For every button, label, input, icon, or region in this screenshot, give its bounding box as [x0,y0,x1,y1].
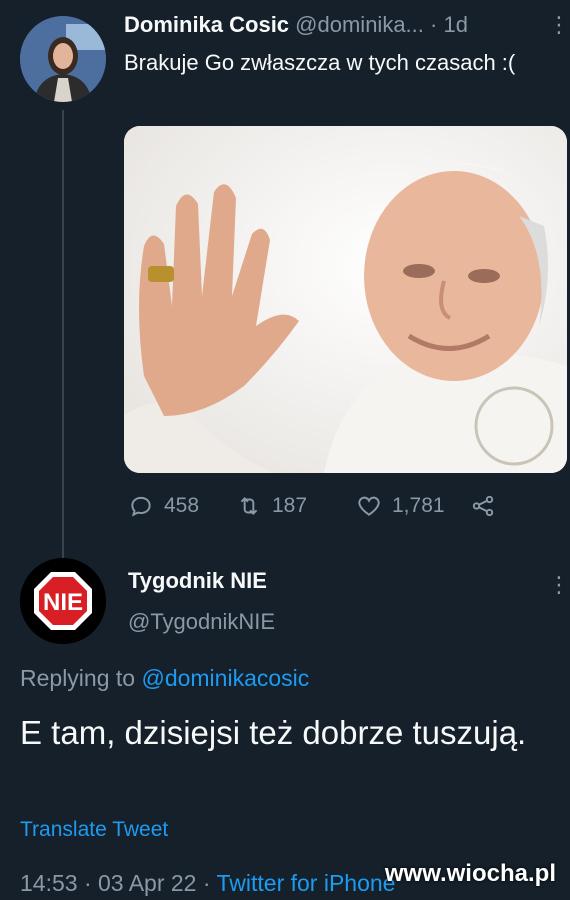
replying-to: Replying to @dominikacosic [20,665,309,692]
retweet-icon [240,497,258,515]
mention-link[interactable]: @dominikacosic [141,665,309,691]
author-avatar[interactable]: NIE [20,558,106,644]
tweet-media[interactable] [124,126,567,473]
heart-icon [358,496,380,516]
tweet-header: Dominika Cosic @dominika... · 1d [124,12,468,38]
like-action[interactable]: 1,781 [356,490,445,522]
more-options-icon[interactable]: ⋮ [548,572,570,598]
author-handle[interactable]: @dominika... [295,12,424,37]
retweet-count: 187 [272,494,308,517]
tweet-text: E tam, dzisiejsi też dobrze tuszują. [20,714,527,751]
tweet-time[interactable]: 1d [443,12,467,37]
timestamp[interactable]: 14:53 · 03 Apr 22 · [20,870,211,896]
thread-line [62,110,64,558]
source-link[interactable]: Twitter for iPhone [217,870,396,896]
like-count: 1,781 [392,494,445,517]
author-name[interactable]: Dominika Cosic [124,12,289,37]
replying-prefix: Replying to [20,665,136,691]
tweet-meta: 14:53 · 03 Apr 22 · Twitter for iPhone [20,870,395,897]
watermark: www.wiocha.pl [384,860,556,887]
retweet-action[interactable]: 187 [236,490,307,522]
separator: · [430,12,438,37]
share-icon [472,495,494,517]
author-name[interactable]: Tygodnik NIE [128,568,267,594]
tweet-text: Brakuje Go zwłaszcza w tych czasach :( [124,50,516,75]
author-handle[interactable]: @TygodnikNIE [128,609,275,635]
share-action[interactable] [470,490,506,522]
reply-action[interactable]: 458 [128,490,199,522]
author-avatar[interactable] [20,16,106,102]
stop-sign-logo: NIE [43,589,83,616]
translate-tweet-link[interactable]: Translate Tweet [20,818,168,842]
reply-icon [131,496,151,517]
reply-count: 458 [164,494,200,517]
more-options-icon[interactable]: ⋮ [548,12,570,38]
